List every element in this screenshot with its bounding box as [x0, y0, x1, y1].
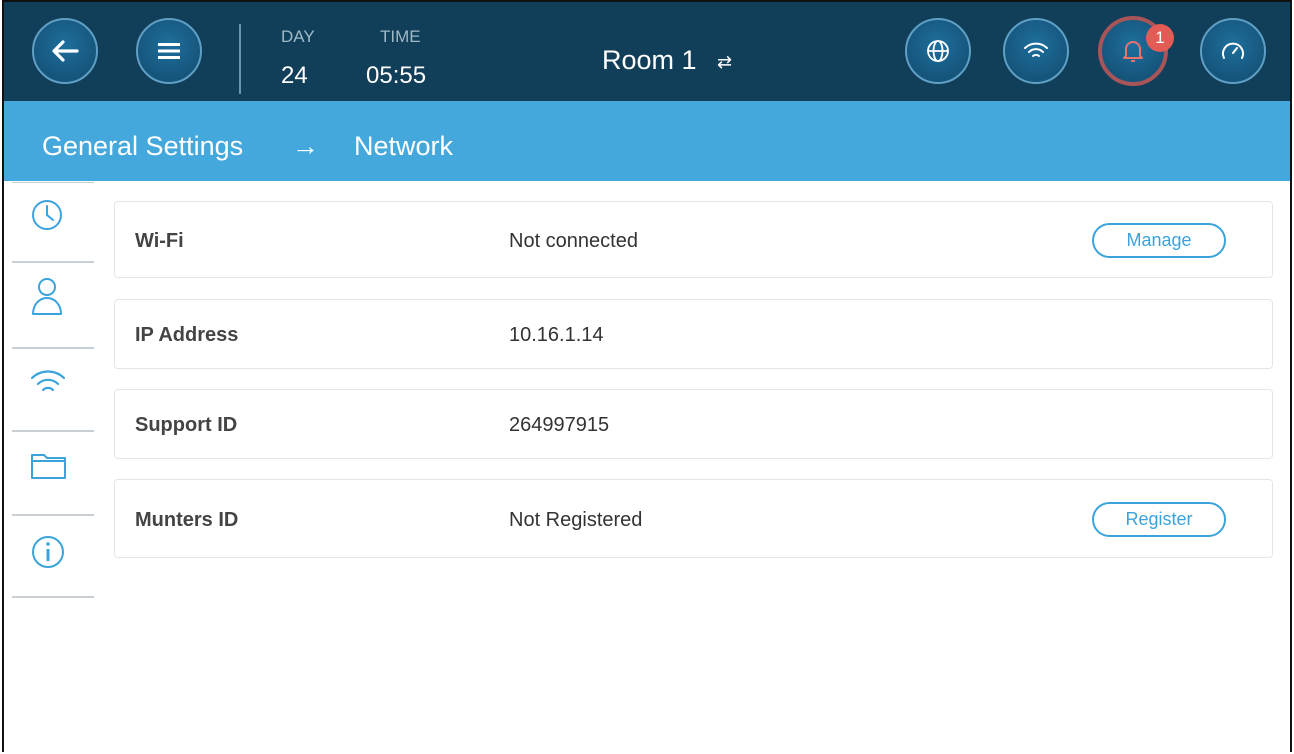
day-value: 24 — [281, 62, 308, 89]
ip-address-row: IP Address 10.16.1.14 — [114, 299, 1273, 369]
day-label: DAY — [281, 27, 315, 46]
wifi-row: Wi-Fi Not connected Manage — [114, 201, 1273, 278]
sidebar-item-time[interactable] — [4, 182, 94, 262]
support-id-label: Support ID — [135, 414, 238, 436]
support-id-value: 264997915 — [509, 414, 610, 436]
network-button[interactable] — [1003, 18, 1069, 84]
back-button[interactable] — [32, 18, 98, 84]
breadcrumb-current: Network — [354, 131, 454, 161]
register-button[interactable]: Register — [1092, 502, 1226, 537]
wifi-label: Wi-Fi — [135, 230, 184, 252]
wifi-icon — [30, 370, 66, 401]
ip-address-value: 10.16.1.14 — [509, 324, 604, 346]
sidebar-item-network[interactable] — [4, 350, 94, 430]
folder-icon — [30, 451, 68, 486]
gauge-icon — [1220, 41, 1246, 61]
ip-address-label: IP Address — [135, 324, 239, 346]
sidebar-divider — [12, 261, 94, 263]
support-id-row: Support ID 264997915 — [114, 389, 1273, 459]
menu-icon — [158, 42, 180, 60]
user-icon — [30, 276, 64, 321]
munters-id-label: Munters ID — [135, 509, 239, 531]
info-icon — [30, 534, 66, 575]
bell-icon — [1121, 38, 1145, 64]
room-selector[interactable]: Room 1 — [602, 45, 697, 76]
header-divider — [239, 24, 241, 94]
sidebar-item-users[interactable] — [4, 264, 94, 344]
sidebar-divider — [12, 596, 94, 598]
breadcrumb-parent[interactable]: General Settings — [42, 131, 243, 162]
app-frame: DAY 24 TIME 05:55 Room 1 ⇄ 1 General Set… — [2, 0, 1292, 752]
sidebar-item-files[interactable] — [4, 433, 94, 513]
language-button[interactable] — [905, 18, 971, 84]
wifi-icon — [1023, 41, 1049, 61]
back-arrow-icon — [51, 39, 79, 63]
time-label: TIME — [380, 27, 421, 46]
breadcrumb-separator: → — [292, 131, 319, 161]
munters-id-status: Not Registered — [509, 509, 643, 531]
sidebar-item-about[interactable] — [4, 516, 94, 596]
menu-button[interactable] — [136, 18, 202, 84]
sidebar-divider — [12, 347, 94, 349]
time-value: 05:55 — [366, 62, 427, 89]
manage-button[interactable]: Manage — [1092, 223, 1226, 258]
gauge-button[interactable] — [1200, 18, 1266, 84]
clock-icon — [30, 198, 64, 237]
wifi-status: Not connected — [509, 230, 638, 252]
swap-icon[interactable]: ⇄ — [717, 52, 732, 73]
munters-id-row: Munters ID Not Registered Register — [114, 479, 1273, 558]
globe-icon — [926, 39, 950, 63]
alarm-count-badge: 1 — [1146, 24, 1174, 52]
sidebar-divider — [12, 430, 94, 432]
top-bar: DAY 24 TIME 05:55 Room 1 ⇄ 1 — [4, 2, 1290, 101]
